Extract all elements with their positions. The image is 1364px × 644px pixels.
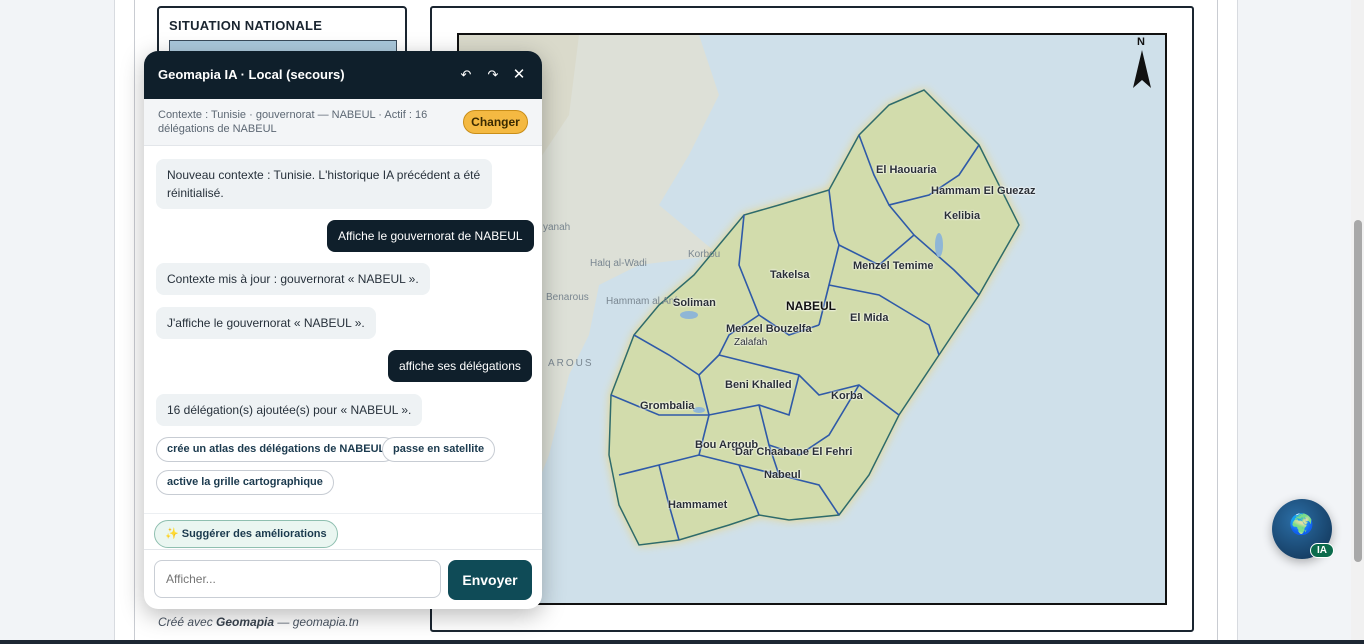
chat-message-bot: Contexte mis à jour : gouvernorat « NABE…: [156, 263, 430, 295]
chat-header: Geomapia IA · Local (secours) ↶ ↷ ✕: [144, 51, 542, 99]
undo-icon[interactable]: ↶: [456, 65, 476, 85]
delegation-label: Zalafah: [734, 337, 768, 348]
close-icon[interactable]: ✕: [509, 65, 529, 85]
context-text: Contexte : Tunisie · gouvernorat — NABEU…: [158, 109, 428, 135]
delegation-label: Hammamet: [668, 499, 728, 511]
delegation-label: Grombalia: [640, 400, 695, 412]
divider: [144, 513, 542, 514]
suggest-improvements-button[interactable]: ✨ Suggérer des améliorations: [154, 520, 338, 548]
map-bg-label: Hammam al Anf: [606, 296, 678, 307]
chat-message-bot: J'affiche le gouvernorat « NABEUL ».: [156, 307, 376, 339]
delegation-label: Kelibia: [944, 210, 981, 222]
map-svg: [459, 35, 1020, 603]
map-bg-label: AROUS: [548, 358, 594, 369]
north-arrow-icon: [1133, 50, 1151, 88]
chat-message-bot: Nouveau contexte : Tunisie. L'historique…: [156, 159, 492, 209]
scrollbar-thumb[interactable]: [1354, 220, 1362, 562]
situation-title: SITUATION NATIONALE: [169, 18, 323, 33]
delegation-label: Takelsa: [770, 269, 810, 281]
footer-suffix: — geomapia.tn: [274, 615, 359, 629]
divider: [144, 549, 542, 550]
suggestion-chip[interactable]: passe en satellite: [382, 437, 496, 462]
change-context-button[interactable]: Changer: [463, 110, 528, 134]
delegation-label: Beni Khalled: [725, 379, 792, 391]
globe-icon: 🌍: [1289, 514, 1314, 536]
delegation-label: Nabeul: [764, 469, 801, 481]
footer-prefix: Créé avec: [158, 615, 217, 629]
chat-message-user: Affiche le gouvernorat de NABEUL: [327, 220, 534, 252]
delegation-label: Dar Chaabane El Fehri: [735, 446, 853, 458]
map-bg-label: Korbou: [688, 249, 721, 260]
delegation-label: El Haouaria: [876, 164, 937, 176]
chat-panel: Geomapia IA · Local (secours) ↶ ↷ ✕ Cont…: [144, 51, 542, 609]
region-label: NABEUL: [786, 299, 836, 313]
chat-message-bot: 16 délégation(s) ajoutée(s) pour « NABEU…: [156, 394, 423, 426]
suggestion-chip[interactable]: crée un atlas des délégations de NABEUL: [156, 437, 397, 462]
ia-badge: IA: [1310, 543, 1334, 558]
delegation-label: Korba: [831, 390, 863, 402]
footer-credit: Créé avec Geomapia — geomapia.tn: [158, 615, 359, 629]
map-bg-label: yanah: [543, 222, 571, 233]
chat-message-user: affiche ses délégations: [388, 350, 532, 382]
delegation-label: Menzel Temime: [853, 260, 934, 272]
bottom-bar: [0, 640, 1364, 644]
chat-input[interactable]: [154, 560, 441, 598]
send-button[interactable]: Envoyer: [448, 560, 532, 600]
map-canvas[interactable]: [457, 33, 1167, 605]
delegation-label: El Mida: [850, 312, 889, 324]
map-bg-label: Halq al-Wadi: [590, 258, 647, 269]
redo-icon[interactable]: ↷: [483, 65, 503, 85]
suggestion-chip[interactable]: active la grille cartographique: [156, 470, 334, 495]
chat-title: Geomapia IA · Local (secours): [158, 67, 345, 82]
footer-brand: Geomapia: [216, 615, 275, 629]
delegation-label: Menzel Bouzelfa: [726, 323, 812, 335]
map-bg-label: Benarous: [546, 292, 589, 303]
delegation-label: Soliman: [673, 297, 716, 309]
delegation-label: Hammam El Guezaz: [931, 185, 1036, 197]
